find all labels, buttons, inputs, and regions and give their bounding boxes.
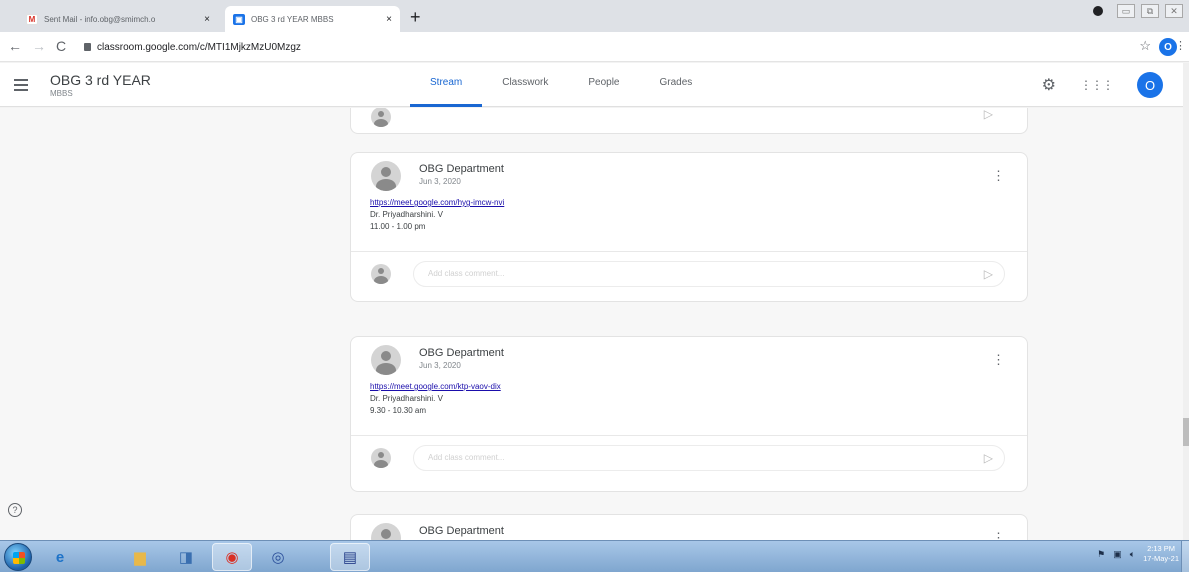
hamburger-menu-icon[interactable] (14, 79, 28, 94)
scrollbar-thumb[interactable] (1183, 418, 1189, 446)
post-author: OBG Department (419, 163, 504, 175)
help-icon[interactable]: ? (8, 503, 22, 517)
page-scrollbar[interactable] (1183, 63, 1189, 540)
folder-icon[interactable]: ▆ (120, 543, 160, 571)
browser-tab-gmail[interactable]: M Sent Mail - info.obg@smimch.o × (18, 6, 218, 32)
system-tray: ⚑ ▣ 🔈︎ 2:13 PM 17-May-21 (1097, 544, 1179, 564)
classroom-icon: ▣ (233, 13, 245, 25)
class-section: MBBS (50, 89, 73, 98)
record-indicator-icon (1093, 6, 1103, 16)
window-controls: ▭ ⧉ ✕ (1093, 4, 1183, 18)
new-tab-button[interactable]: + (410, 8, 421, 26)
send-icon[interactable]: ▷ (984, 108, 993, 121)
url-text: classroom.google.com/c/MTI1MjkzMzU0Mzgz (97, 41, 301, 53)
reload-icon[interactable]: C (56, 38, 66, 54)
ie-icon[interactable]: e (40, 543, 80, 571)
post-date: Jun 3, 2020 (419, 361, 461, 370)
back-arrow-icon[interactable]: ← (8, 38, 22, 54)
minimize-icon[interactable]: ▭ (1117, 4, 1135, 18)
close-tab-icon[interactable]: × (204, 14, 210, 25)
post-author: OBG Department (419, 525, 504, 537)
post-header: OBG Department Jun 3, 2020 ⋮ (351, 153, 1027, 193)
apps-grid-icon[interactable]: ⋮⋮⋮ (1080, 78, 1114, 92)
browser-menu-icon[interactable]: ⋮ (1175, 39, 1186, 52)
commenter-avatar (371, 448, 391, 468)
start-button[interactable] (4, 543, 32, 571)
tab-title: Sent Mail - info.obg@smimch.o (44, 14, 156, 24)
clock-date: 17-May-21 (1143, 554, 1179, 563)
meet-link[interactable]: https://meet.google.com/hyg-imcw-nvi (370, 197, 1027, 209)
header-actions: ⚙ ⋮⋮⋮ O (1042, 72, 1163, 98)
commenter-avatar (371, 264, 391, 284)
class-title[interactable]: OBG 3 rd YEAR (50, 72, 151, 88)
browser-tab-classroom[interactable]: ▣ OBG 3 rd YEAR MBBS × (225, 6, 400, 32)
taskbar-clock[interactable]: 2:13 PM 17-May-21 (1143, 544, 1179, 564)
settings-gear-icon[interactable]: ⚙ (1042, 75, 1056, 95)
post-time: 11.00 - 1.00 pm (370, 222, 426, 231)
post-card: OBG Department ⋮ (350, 514, 1028, 540)
post-options-icon[interactable]: ⋮ (992, 169, 1005, 182)
windows-taskbar: e ▆ ◨ ◉ ◎ ▤ ⚑ ▣ 🔈︎ 2:13 PM 17-May-21 (0, 540, 1189, 572)
post-card-partial: ▷ (350, 108, 1028, 134)
class-tabs: Stream Classwork People Grades (410, 63, 712, 107)
classroom-header: OBG 3 rd YEAR MBBS Stream Classwork Peop… (0, 63, 1183, 107)
author-avatar (371, 523, 401, 540)
meet-link[interactable]: https://meet.google.com/ktp-vaov-dix (370, 381, 1027, 393)
post-instructor: Dr. Priyadharshini. V (370, 394, 443, 403)
show-desktop-button[interactable] (1181, 541, 1189, 572)
commenter-avatar (371, 108, 391, 127)
send-icon[interactable]: ▷ (984, 451, 993, 465)
browser-tab-strip: M Sent Mail - info.obg@smimch.o × ▣ OBG … (0, 0, 1189, 32)
address-bar[interactable]: classroom.google.com/c/MTI1MjkzMzU0Mzgz (80, 37, 1120, 57)
lock-icon (84, 43, 91, 51)
flag-icon[interactable]: ⚑ (1097, 549, 1105, 560)
tab-people[interactable]: People (568, 63, 639, 107)
windows-logo-icon (13, 552, 25, 564)
post-instructor: Dr. Priyadharshini. V (370, 210, 443, 219)
tab-grades[interactable]: Grades (640, 63, 713, 107)
tab-classwork[interactable]: Classwork (482, 63, 568, 107)
gmail-icon: M (26, 13, 38, 25)
forward-arrow-icon[interactable]: → (32, 38, 46, 54)
restore-icon[interactable]: ⧉ (1141, 4, 1159, 18)
post-time: 9.30 - 10.30 am (370, 406, 427, 415)
player-icon[interactable]: ◎ (258, 543, 298, 571)
stream-feed: ▷ OBG Department Jun 3, 2020 ⋮ https://m… (0, 108, 1183, 540)
tab-title: OBG 3 rd YEAR MBBS (251, 14, 334, 24)
send-icon[interactable]: ▷ (984, 267, 993, 281)
comment-row: Add class comment... ▷ (351, 251, 1027, 303)
post-header: OBG Department Jun 3, 2020 ⋮ (351, 337, 1027, 377)
post-options-icon[interactable]: ⋮ (992, 531, 1005, 540)
post-card: OBG Department Jun 3, 2020 ⋮ https://mee… (350, 152, 1028, 302)
author-avatar (371, 345, 401, 375)
comment-row: Add class comment... ▷ (351, 435, 1027, 487)
chrome-icon[interactable]: ◉ (212, 543, 252, 571)
post-body: https://meet.google.com/ktp-vaov-dix Dr.… (351, 377, 1027, 435)
bookmark-star-icon[interactable]: ☆ (1139, 38, 1151, 54)
network-icon[interactable]: ▣ (1113, 549, 1122, 560)
post-options-icon[interactable]: ⋮ (992, 353, 1005, 366)
tab-stream[interactable]: Stream (410, 63, 483, 107)
volume-icon[interactable]: 🔈︎ (1130, 549, 1135, 560)
post-header: OBG Department ⋮ (351, 515, 1027, 540)
clock-time: 2:13 PM (1147, 544, 1176, 553)
class-comment-input[interactable]: Add class comment... (413, 445, 1005, 471)
post-body: https://meet.google.com/hyg-imcw-nvi Dr.… (351, 193, 1027, 251)
post-date: Jun 3, 2020 (419, 177, 461, 186)
media-icon[interactable]: ◨ (166, 543, 206, 571)
post-card: OBG Department Jun 3, 2020 ⋮ https://mee… (350, 336, 1028, 492)
post-author: OBG Department (419, 347, 504, 359)
author-avatar (371, 161, 401, 191)
close-tab-icon[interactable]: × (386, 14, 392, 25)
account-avatar[interactable]: O (1137, 72, 1163, 98)
class-comment-input[interactable]: Add class comment... (413, 261, 1005, 287)
close-window-icon[interactable]: ✕ (1165, 4, 1183, 18)
app-icon[interactable]: ▤ (330, 543, 370, 571)
browser-toolbar: ← → C classroom.google.com/c/MTI1MjkzMzU… (0, 32, 1189, 62)
